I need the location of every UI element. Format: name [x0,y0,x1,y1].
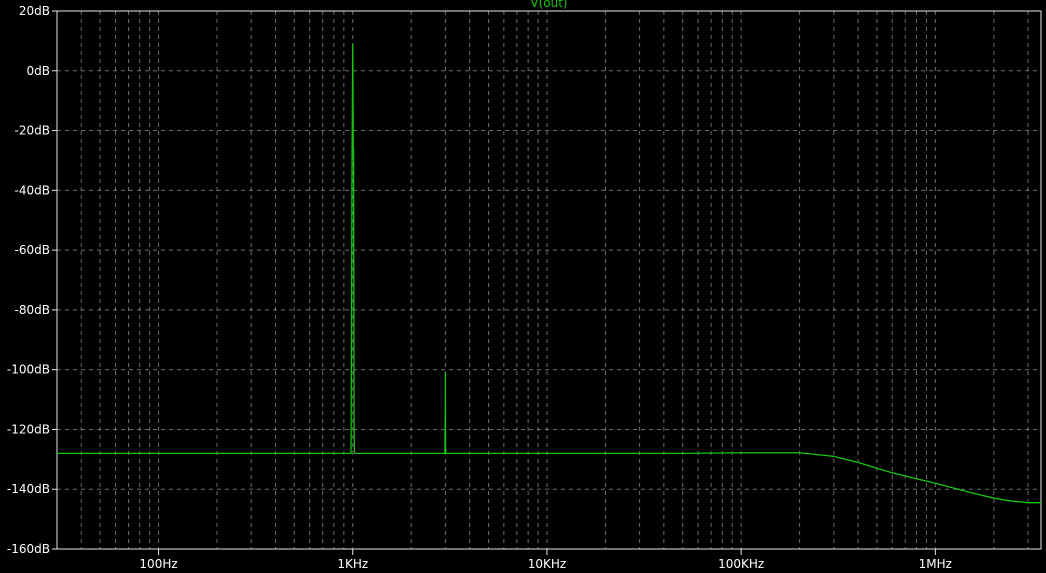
y-axis-tick-label: -140dB [7,482,50,496]
x-axis-tick-label: 10KHz [528,557,566,571]
y-axis-tick-label: -20dB [15,124,50,138]
y-axis-tick-labels: 20dB 0dB -20dB -40dB -60dB -80dB -100dB -120dB -… [7,4,50,556]
y-axis-tick-label: 20dB [19,4,50,18]
plot-frame [56,10,1042,550]
series-layer [57,43,1041,504]
series-line-vout [57,43,1041,504]
y-axis-tick-label: -60dB [15,243,50,257]
legend-label: V(out) [530,0,567,10]
y-axis-tick-label: -40dB [15,183,50,197]
x-axis-tick-labels: 100Hz 1KHz 10KHz 100KHz 1MHz [139,557,952,571]
y-axis-tick-label: 0dB [27,64,50,78]
ltspice-bode-plot: 100Hz 1KHz 10KHz 100KHz 1MHz 20dB 0dB -20dB -40… [0,0,1046,573]
x-axis-tick-label: 100Hz [139,557,177,571]
y-axis-tick-label: -120dB [7,422,50,436]
frequency-response-chart: 100Hz 1KHz 10KHz 100KHz 1MHz 20dB 0dB -20dB -40… [7,0,1042,571]
x-axis-tick-label: 1MHz [919,557,952,571]
y-axis-tick-label: -100dB [7,363,50,377]
x-axis-tick-label: 1KHz [337,557,368,571]
y-axis-tick-label: -80dB [15,303,50,317]
grid-layer [56,10,1041,550]
y-axis-tick-label: -160dB [7,542,50,556]
x-axis-tick-label: 100KHz [718,557,764,571]
